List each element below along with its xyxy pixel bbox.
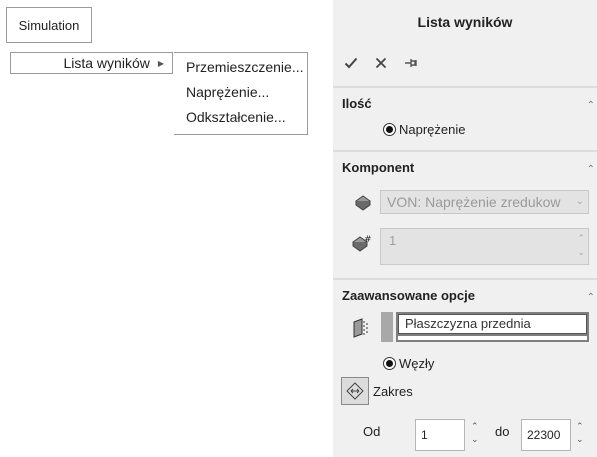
result-count-spinner[interactable]: 1 ⌃ ⌄ [380, 228, 589, 265]
range-from-value: 1 [421, 428, 428, 442]
range-from-input[interactable]: 1 [415, 419, 465, 451]
spinner-arrows-icon[interactable]: ⌃ ⌄ [577, 231, 585, 259]
range-to-label: do [495, 424, 510, 439]
component-select[interactable]: VON: Naprężenie zredukow ⌄ [380, 190, 589, 214]
radio-selected-icon [383, 357, 396, 370]
panel-action-row [343, 52, 419, 74]
section-title-quantity[interactable]: Ilość [342, 96, 372, 111]
flyout-item-strain[interactable]: Odkształcenie... [186, 107, 307, 132]
simulation-menu-button[interactable]: Simulation [6, 7, 92, 43]
close-icon[interactable] [373, 55, 389, 71]
flyout-item-stress[interactable]: Naprężenie... [186, 82, 307, 107]
range-to-value: 22300 [527, 428, 561, 442]
plane-icon [351, 318, 373, 338]
section-collapse-chevron-icon[interactable]: ⌃ [587, 292, 595, 303]
range-toggle-button[interactable] [341, 377, 369, 405]
submenu-arrow-icon: ▶ [157, 58, 164, 68]
menu-item-result-list-label: Lista wyników [63, 55, 150, 71]
radio-stress-label: Naprężenie [399, 122, 466, 137]
result-count-value: 1 [389, 233, 397, 248]
radio-selected-icon [383, 123, 396, 136]
section-title-component[interactable]: Komponent [342, 160, 414, 175]
stress-component-icon [353, 193, 375, 213]
section-divider [333, 278, 597, 280]
range-from-spinner-icon[interactable]: ⌃ ⌄ [471, 420, 479, 446]
section-collapse-chevron-icon[interactable]: ⌃ [587, 164, 595, 175]
chevron-down-icon: ⌄ [575, 196, 584, 207]
range-from-label: Od [363, 424, 381, 439]
radio-nodes-label: Węzły [399, 356, 435, 371]
section-title-advanced-options[interactable]: Zaawansowane opcje [342, 288, 475, 303]
radio-stress[interactable]: Naprężenie [383, 122, 466, 137]
section-collapse-chevron-icon[interactable]: ⌃ [587, 100, 595, 111]
range-icon [346, 382, 364, 400]
component-select-value: VON: Naprężenie zredukow [387, 194, 561, 210]
range-label: Zakres [373, 384, 413, 399]
svg-text:#: # [364, 235, 372, 245]
simulation-menu-label: Simulation [18, 17, 80, 33]
range-to-input[interactable]: 22300 [521, 419, 571, 451]
plane-selection-strip [398, 336, 587, 340]
radio-nodes[interactable]: Węzły [383, 356, 434, 371]
panel-title: Lista wyników [417, 14, 513, 30]
plane-color-swatch [381, 312, 393, 342]
plane-selection-box[interactable]: Płaszczyzna przednia [396, 312, 589, 342]
property-manager-panel: Lista wyników Ilość ⌃ Naprężenie Kompone… [333, 0, 597, 457]
menu-item-result-list[interactable]: Lista wyników ▶ [10, 52, 173, 74]
section-divider [333, 150, 597, 152]
section-divider [333, 86, 597, 88]
result-list-flyout: Przemieszczenie... Naprężenie... Odkszta… [174, 52, 308, 135]
pin-icon[interactable] [403, 55, 419, 71]
plane-selection-value[interactable]: Płaszczyzna przednia [398, 314, 587, 334]
flyout-item-displacement[interactable]: Przemieszczenie... [186, 57, 307, 82]
result-count-icon: # [351, 233, 373, 253]
range-to-spinner-icon[interactable]: ⌃ ⌄ [576, 420, 584, 446]
check-icon[interactable] [343, 55, 359, 71]
